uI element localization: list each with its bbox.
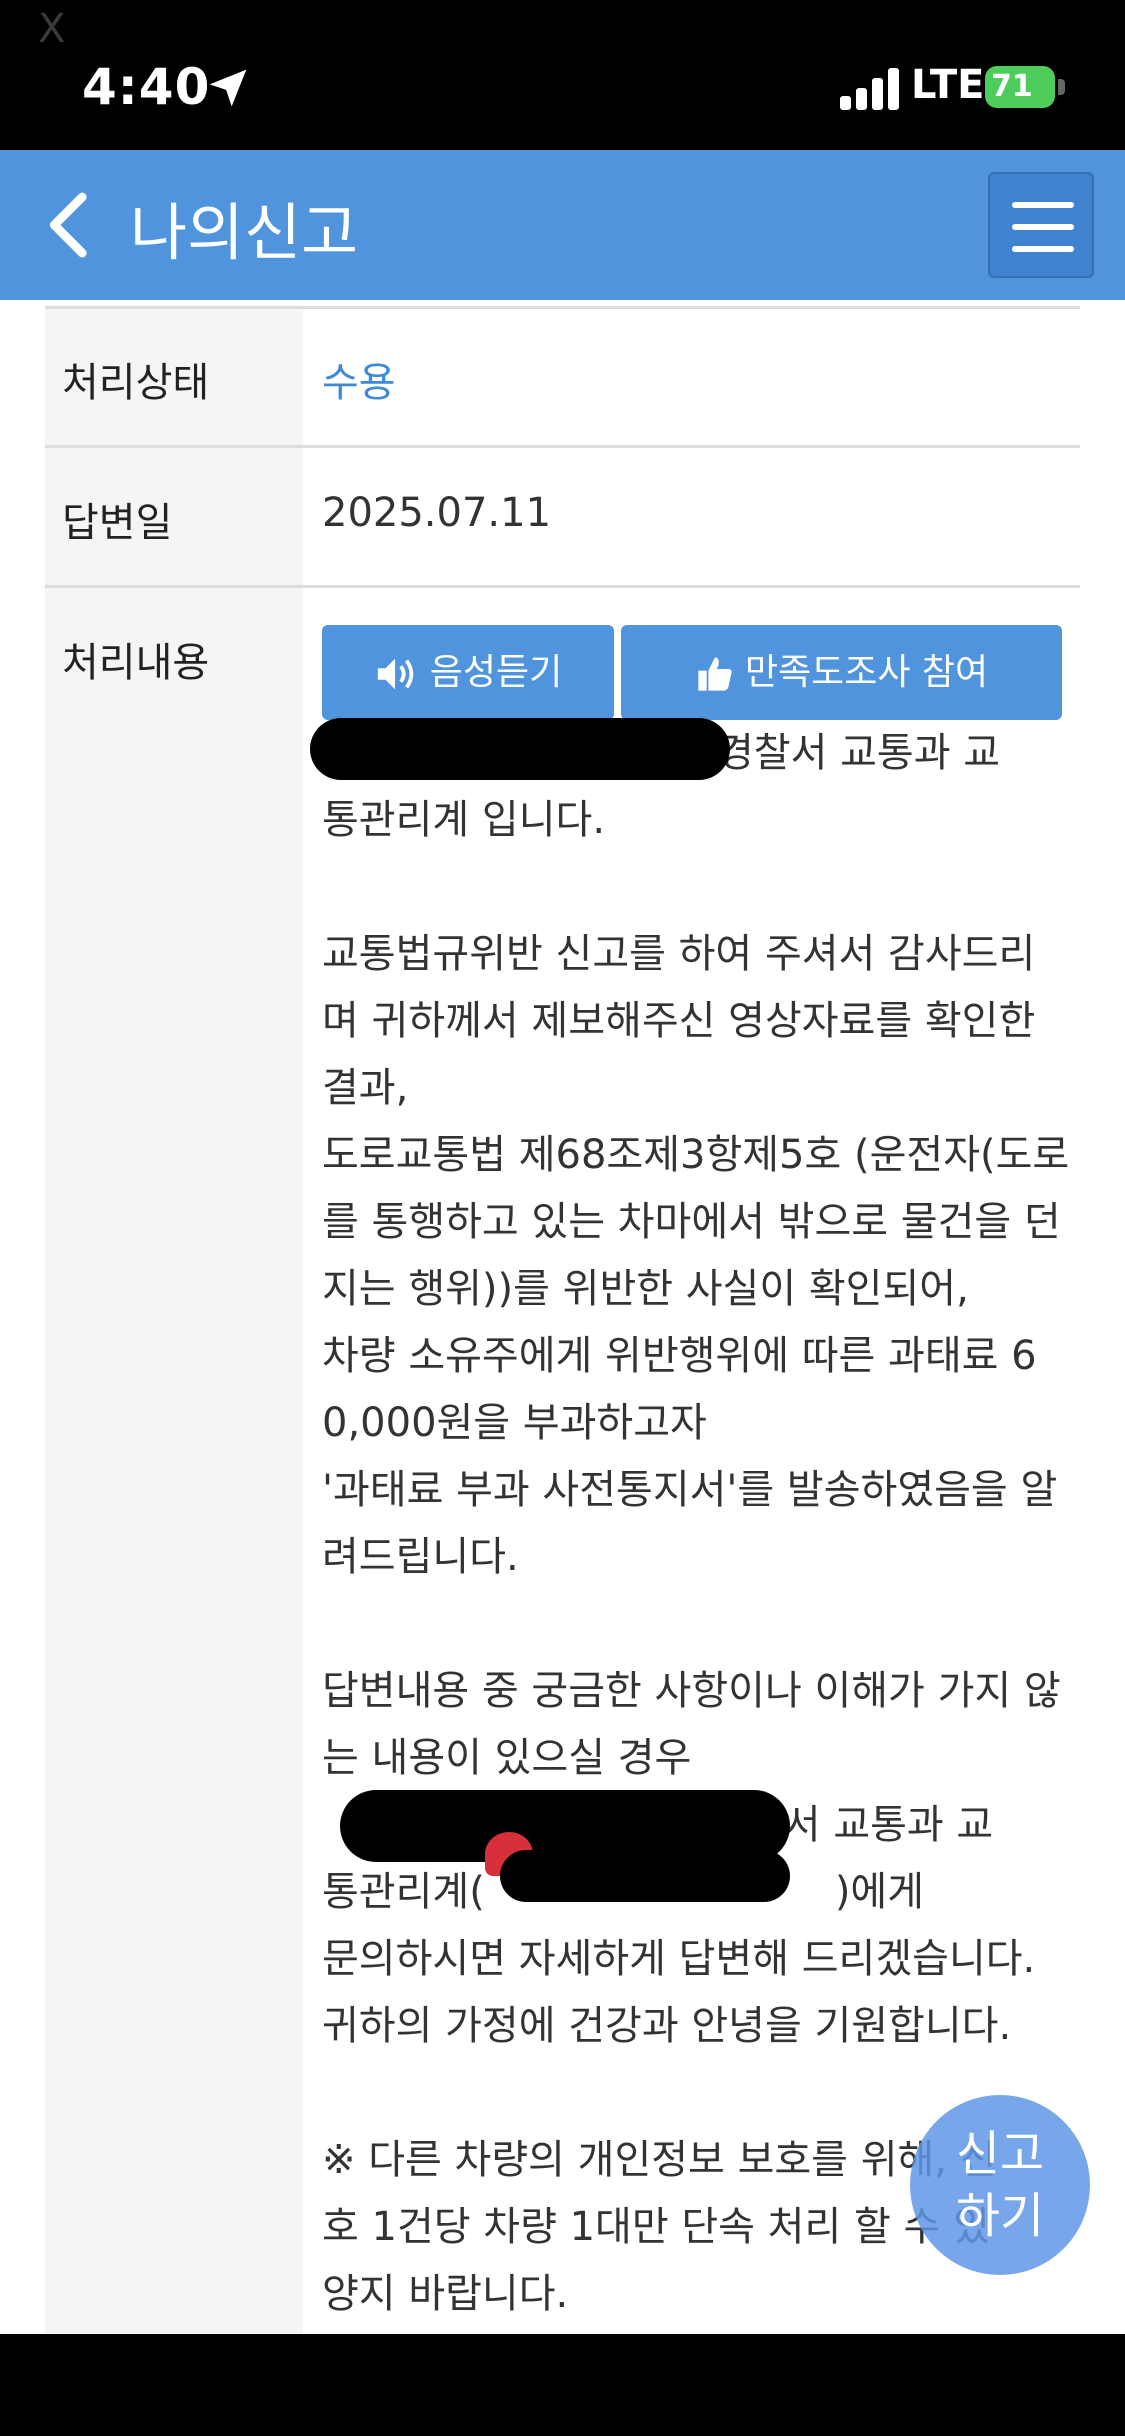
- content-line: 려드립니다.: [322, 1534, 519, 1580]
- status-time: 4:40: [82, 58, 211, 116]
- divider: [45, 445, 1080, 448]
- label-column: [45, 308, 303, 2334]
- bottom-bar: [0, 2334, 1125, 2436]
- status-value: 수용: [322, 360, 396, 406]
- content-line: 귀하의 가정에 건강과 안녕을 기원합니다.: [322, 2003, 1012, 2049]
- battery-level: 71: [991, 69, 1033, 104]
- content-line: [322, 1591, 1067, 1658]
- fab-label-line1: 신고: [955, 2126, 1045, 2182]
- redaction-mark: [310, 718, 730, 780]
- content-line: 양지 바랍니다.: [322, 2271, 569, 2317]
- menu-line-icon: [1012, 202, 1074, 208]
- report-detail: 처리상태 수용 답변일 2025.07.11 처리내용 음성듣기 만족도조사 참…: [0, 300, 1125, 2334]
- content-line: 교통법규위반 신고를 하여 주셔서 감사드리: [322, 931, 1036, 977]
- content-line: 지는 행위))를 위반한 사실이 확인되어,: [322, 1266, 969, 1312]
- voice-listen-button[interactable]: 음성듣기: [322, 625, 614, 720]
- network-label: LTE: [911, 62, 985, 108]
- content-line: 통관리계 입니다.: [322, 797, 606, 843]
- survey-button[interactable]: 만족도조사 참여: [621, 625, 1062, 720]
- app-header: 나의신고: [0, 150, 1125, 300]
- answer-date-value: 2025.07.11: [322, 490, 552, 536]
- content-line: '과태료 부과 사전통지서'를 발송하였음을 알: [322, 1467, 1058, 1513]
- menu-line-icon: [1012, 224, 1074, 230]
- back-arrow-icon[interactable]: [40, 190, 100, 260]
- fab-label-line2: 하기: [955, 2188, 1045, 2244]
- content-line: 0,000원을 부과하고자: [322, 1400, 707, 1446]
- content-line: [322, 854, 1067, 921]
- content-line: 를 통행하고 있는 차마에서 밖으로 물건을 던: [322, 1199, 1061, 1245]
- survey-button-label: 만족도조사 참여: [744, 652, 989, 693]
- content-line: 답변내용 중 궁금한 사항이나 이해가 가지 않: [322, 1668, 1061, 1714]
- content-line: 며 귀하께서 제보해주신 영상자료를 확인한: [322, 998, 1036, 1044]
- divider: [45, 585, 1080, 588]
- content-line: 차량 소유주에게 위반행위에 따른 과태료 6: [322, 1333, 1037, 1379]
- redaction-mark: [500, 1850, 790, 1902]
- voice-button-label: 음성듣기: [429, 652, 563, 693]
- report-fab-button[interactable]: 신고 하기: [910, 2095, 1090, 2275]
- page-title: 나의신고: [130, 196, 359, 269]
- hamburger-menu-button[interactable]: [988, 172, 1094, 278]
- content-line: 문의하시면 자세하게 답변해 드리겠습니다.: [322, 1936, 1036, 1982]
- menu-line-icon: [1012, 246, 1074, 252]
- speaker-icon: [377, 658, 414, 690]
- status-bar: X 4:40 LTE 71: [0, 0, 1125, 150]
- content-line: 도로교통법 제68조제3항제5호 (운전자(도로: [322, 1132, 1070, 1178]
- thumbs-up-icon: [698, 657, 732, 691]
- battery-tip: [1058, 79, 1065, 95]
- answer-date-label: 답변일: [62, 500, 173, 546]
- status-corner-mark: X: [38, 6, 66, 52]
- content-line: 결과,: [322, 1065, 409, 1111]
- answer-content: 경찰서 교통과 교 통관리계 입니다. 교통법규위반 신고를 하여 주셔서 감사…: [322, 720, 1070, 2328]
- signal-icon: [840, 66, 902, 110]
- divider: [45, 306, 1080, 309]
- content-label: 처리내용: [62, 640, 210, 686]
- status-label: 처리상태: [62, 360, 210, 406]
- battery-icon: 71: [985, 66, 1055, 108]
- location-arrow-icon: [209, 69, 247, 107]
- content-line: 는 내용이 있으실 경우: [322, 1735, 692, 1781]
